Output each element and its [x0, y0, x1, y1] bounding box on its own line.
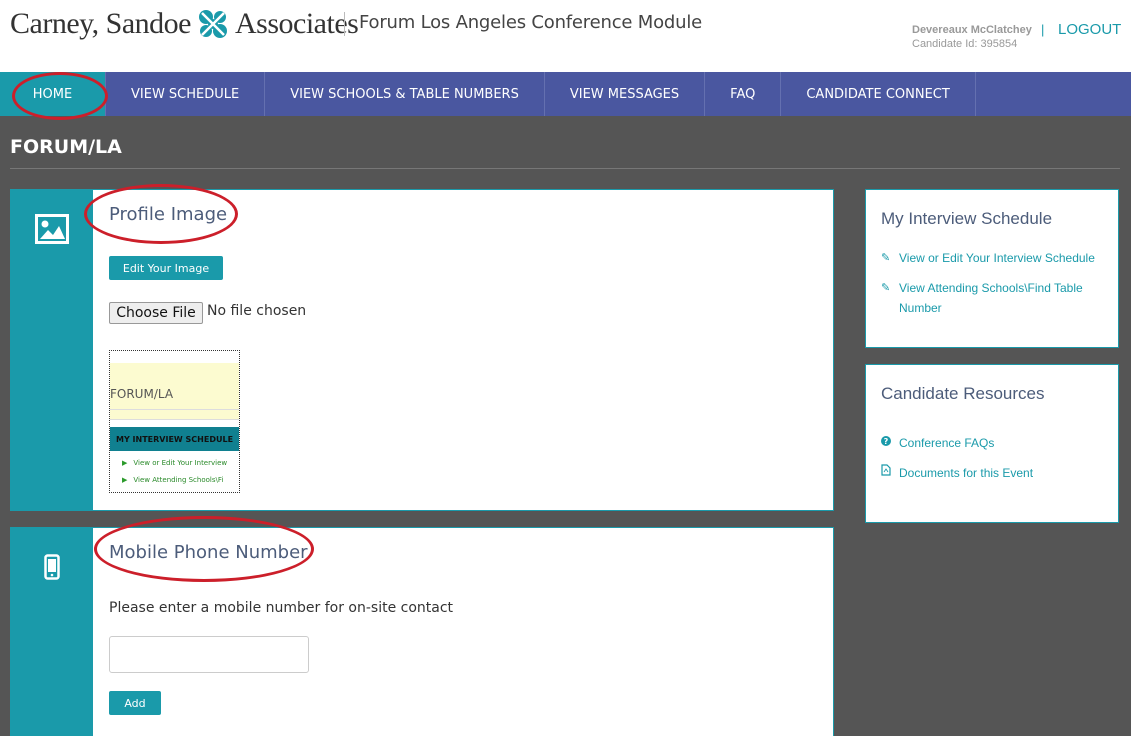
logo-mark-icon [194, 5, 232, 43]
mobile-phone-icon [44, 554, 60, 580]
link-label: View Attending Schools\Find Table Number [899, 281, 1083, 315]
question-circle-icon: ? [881, 433, 899, 453]
event-documents-link[interactable]: Documents for this Event [881, 463, 1033, 483]
thumb-rule [110, 409, 239, 410]
nav-faq[interactable]: FAQ [705, 72, 782, 116]
add-phone-button[interactable]: Add [109, 691, 161, 715]
choose-file-button[interactable]: Choose File [109, 302, 203, 324]
mobile-phone-title: Mobile Phone Number [109, 542, 308, 563]
svg-text:?: ? [884, 437, 889, 446]
thumb-bar-text: MY INTERVIEW SCHEDULE [116, 435, 234, 444]
thumb-item-label: View or Edit Your Interview [133, 459, 228, 467]
link-label: Conference FAQs [899, 436, 995, 450]
conference-faqs-link[interactable]: ? Conference FAQs [881, 433, 994, 453]
schedule-panel-title: My Interview Schedule [881, 209, 1053, 228]
link-label: View or Edit Your Interview Schedule [899, 251, 1095, 265]
mobile-phone-card: Mobile Phone Number Please enter a mobil… [10, 527, 834, 736]
thumb-item: ▶ View or Edit Your Interview [122, 459, 227, 467]
title-divider [10, 168, 1120, 169]
logo-divider [344, 12, 345, 36]
main-nav: HOME VIEW SCHEDULE VIEW SCHOOLS & TABLE … [0, 72, 1131, 116]
company-logo[interactable]: Carney, Sandoe Associates [10, 4, 359, 44]
edit-icon: ✎ [881, 282, 891, 294]
edit-icon: ✎ [881, 252, 891, 264]
view-edit-schedule-link[interactable]: ✎ View or Edit Your Interview Schedule [881, 248, 1111, 268]
candidate-resources-panel: Candidate Resources ? Conference FAQs Do… [865, 364, 1119, 523]
candidate-id: Candidate Id: 395854 [912, 38, 1018, 50]
thumb-forum-text: FORUM/LA [110, 387, 174, 401]
logo-text-right: Associates [235, 7, 359, 40]
module-title: Forum Los Angeles Conference Module [359, 12, 703, 33]
nav-candidate-connect[interactable]: CANDIDATE CONNECT [781, 72, 976, 116]
phone-input[interactable] [109, 636, 309, 673]
thumb-item: ▶ View Attending Schools\Fi [122, 476, 223, 484]
logout-link[interactable]: LOGOUT [1058, 21, 1121, 38]
nav-view-schools[interactable]: VIEW SCHOOLS & TABLE NUMBERS [265, 72, 545, 116]
nav-view-messages[interactable]: VIEW MESSAGES [545, 72, 706, 116]
user-name: Devereaux McClatchey [912, 24, 1032, 36]
thumb-item-label: View Attending Schools\Fi [133, 476, 224, 484]
header-separator: | [1041, 22, 1045, 37]
profile-image-title: Profile Image [109, 204, 228, 225]
view-schools-link[interactable]: ✎ View Attending Schools\Find Table Numb… [881, 278, 1111, 318]
thumb-rule [110, 419, 239, 420]
file-status: No file chosen [207, 303, 307, 319]
phone-prompt: Please enter a mobile number for on-site… [109, 600, 454, 616]
interview-schedule-panel: My Interview Schedule ✎ View or Edit You… [865, 189, 1119, 348]
pdf-file-icon [881, 463, 899, 483]
card-rail [11, 528, 93, 736]
card-rail [11, 190, 93, 510]
page-title: FORUM/LA [10, 136, 122, 158]
image-icon [35, 214, 69, 244]
profile-image-thumbnail: FORUM/LA MY INTERVIEW SCHEDULE ▶ View or … [109, 350, 240, 493]
nav-view-schedule[interactable]: VIEW SCHEDULE [106, 72, 266, 116]
profile-image-card: Profile Image Edit Your Image Choose Fil… [10, 189, 834, 511]
resources-panel-title: Candidate Resources [881, 384, 1045, 403]
link-label: Documents for this Event [899, 466, 1034, 480]
top-header: Carney, Sandoe Associates Forum Los Ange… [0, 0, 1131, 72]
logo-text-left: Carney, Sandoe [10, 7, 192, 40]
triangle-right-icon: ▶ [122, 476, 128, 484]
edit-image-button[interactable]: Edit Your Image [109, 256, 223, 280]
triangle-right-icon: ▶ [122, 459, 128, 467]
nav-home[interactable]: HOME [0, 72, 106, 116]
